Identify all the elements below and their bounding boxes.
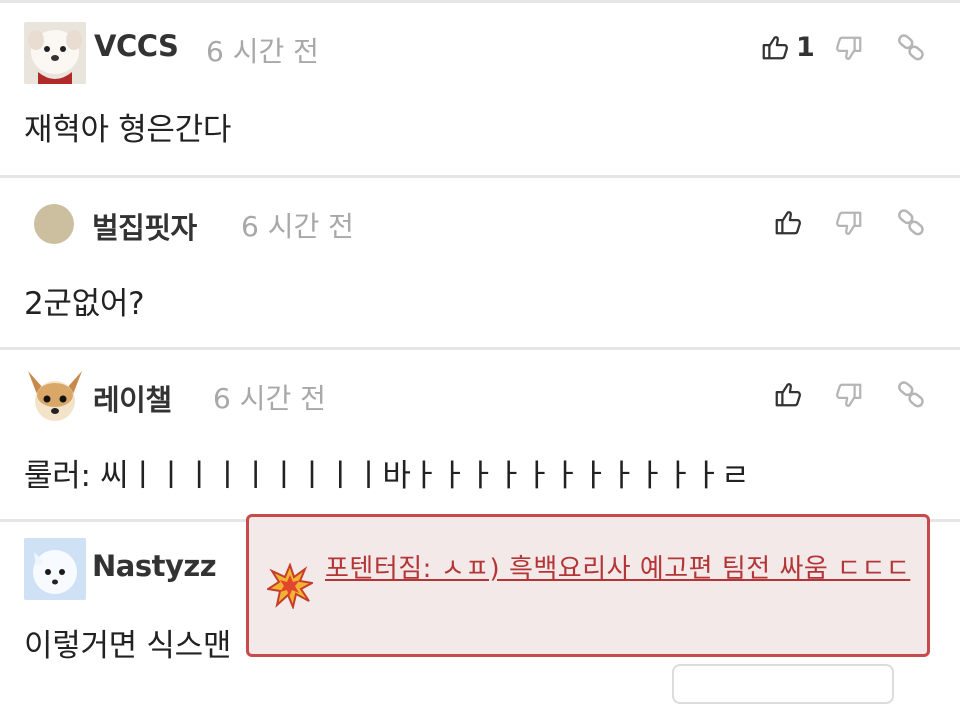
like-button[interactable] [771, 377, 805, 411]
thumbs-up-icon [773, 207, 803, 237]
thumbs-down-icon [834, 34, 864, 64]
timestamp: 6 시간 전 [206, 35, 319, 68]
username[interactable]: 레이챌 [93, 377, 172, 419]
link-icon [896, 32, 926, 62]
comment-item: VCCS 6 시간 전 1 재혁아 형은간다 [0, 3, 960, 176]
explosion-icon [267, 563, 313, 609]
link-icon [896, 379, 926, 409]
floating-toolbar[interactable] [672, 664, 894, 704]
username[interactable]: 벌집핏자 [92, 205, 197, 247]
comment-text: 재혁아 형은간다 [24, 112, 232, 148]
link-icon [896, 207, 926, 237]
like-button[interactable] [758, 30, 792, 64]
timestamp: 6 시간 전 [213, 382, 326, 415]
avatar[interactable] [24, 367, 86, 429]
comment-text: 2군없어? [24, 286, 145, 322]
thumbs-down-icon [834, 381, 864, 411]
avatar[interactable] [24, 22, 86, 84]
thumbs-up-icon [760, 32, 790, 62]
popup-article-link[interactable]: 포텐터짐: ㅅㅍ) 흑백요리사 예고편 팀전 싸움 ㄷㄷㄷ [325, 541, 915, 598]
share-link-button[interactable] [894, 30, 928, 64]
comment-item: 벌집핏자 6 시간 전 2군없어? [0, 178, 960, 347]
timestamp: 6 시간 전 [241, 210, 354, 243]
notification-popup[interactable]: 포텐터짐: ㅅㅍ) 흑백요리사 예고편 팀전 싸움 ㄷㄷㄷ [246, 514, 930, 657]
like-count: 1 [796, 32, 815, 63]
share-link-button[interactable] [894, 205, 928, 239]
dislike-button[interactable] [832, 32, 866, 66]
share-link-button[interactable] [894, 377, 928, 411]
username[interactable]: Nastyzz [92, 549, 217, 583]
comment-text: 룰러: 씨ㅣㅣㅣㅣㅣㅣㅣㅣㅣ바ㅏㅏㅏㅏㅏㅏㅏㅏㅏㅏㅏㄹ [24, 458, 750, 494]
like-button[interactable] [771, 205, 805, 239]
avatar[interactable] [24, 538, 86, 600]
comment-text: 이렇거면 식스맨 [24, 628, 232, 664]
thumbs-up-icon [773, 379, 803, 409]
dislike-button[interactable] [832, 379, 866, 413]
dislike-button[interactable] [832, 207, 866, 241]
username[interactable]: VCCS [94, 29, 179, 63]
avatar[interactable] [34, 204, 74, 244]
comment-item: 레이챌 6 시간 전 룰러: 씨ㅣㅣㅣㅣㅣㅣㅣㅣㅣ바ㅏㅏㅏㅏㅏㅏㅏㅏㅏㅏㅏㄹ [0, 350, 960, 519]
thumbs-down-icon [834, 209, 864, 239]
